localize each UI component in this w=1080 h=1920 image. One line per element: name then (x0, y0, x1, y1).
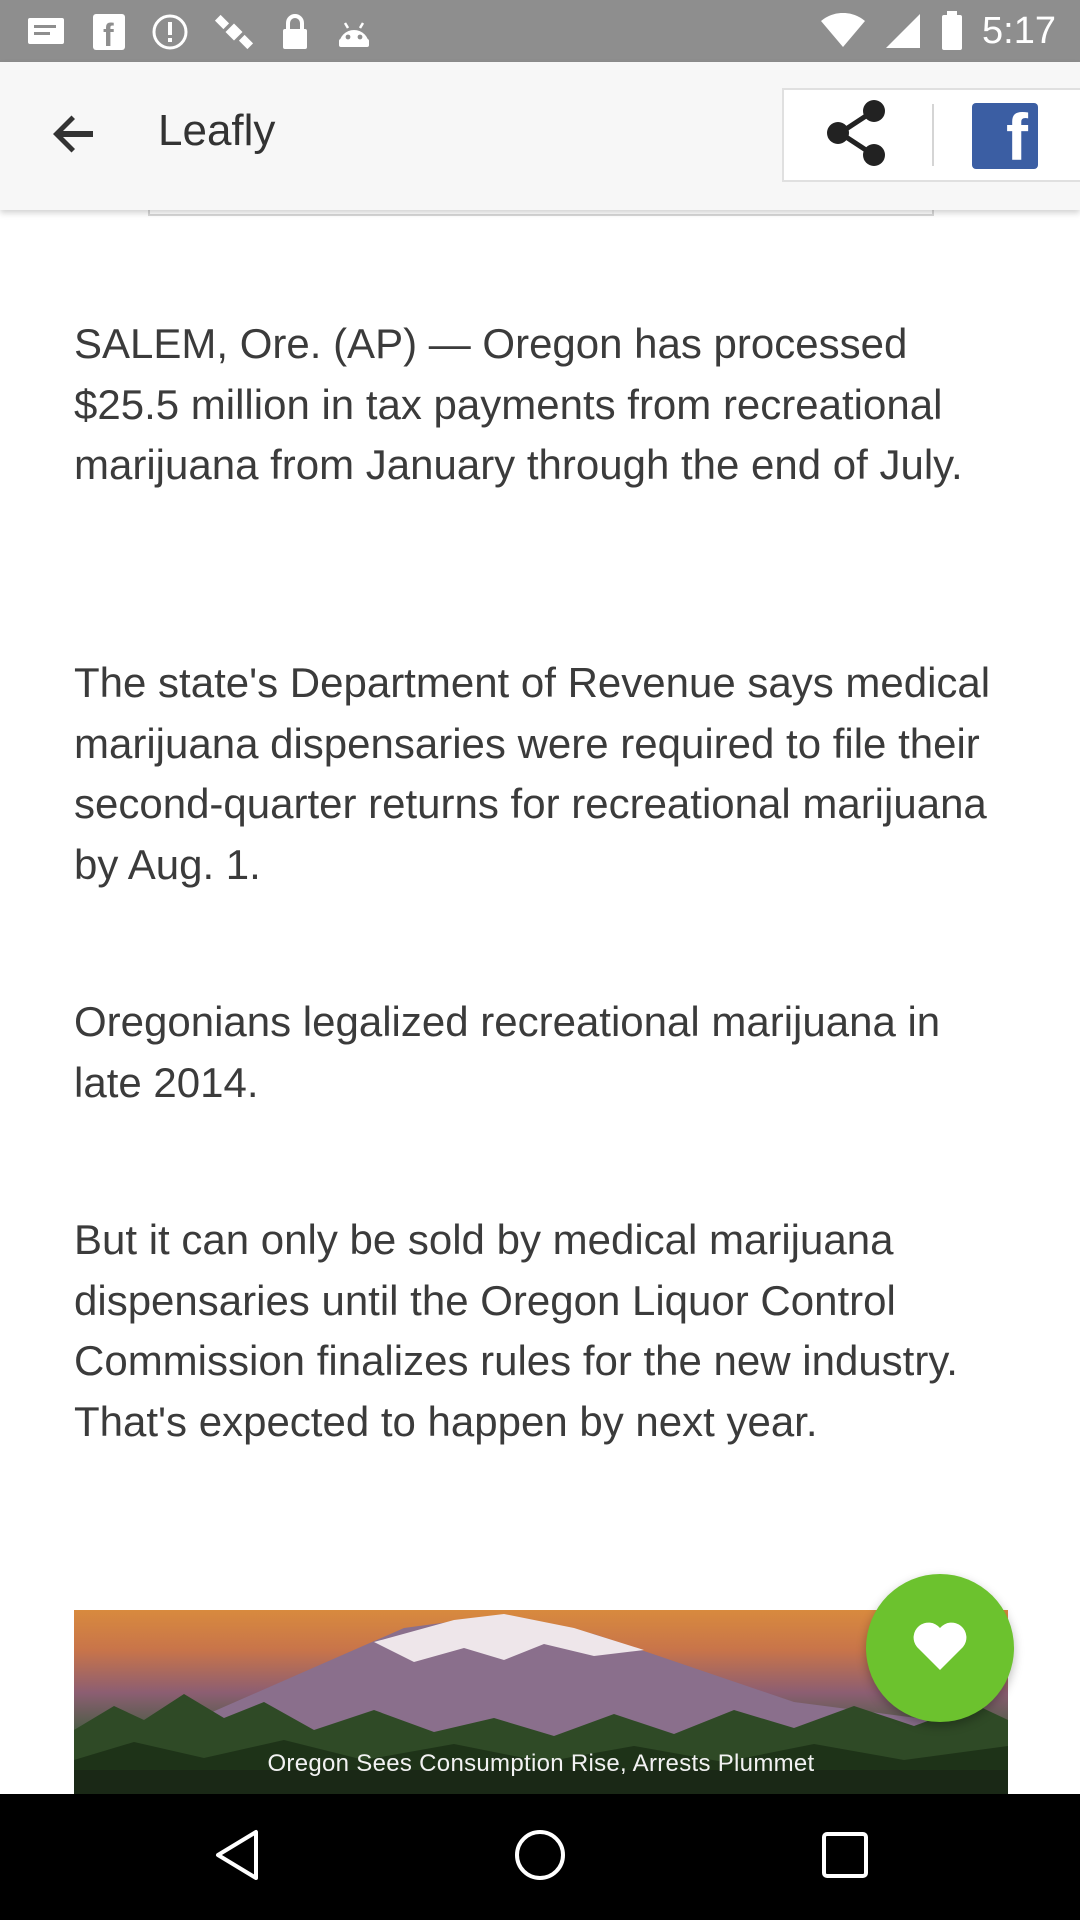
recents-square-icon (820, 1830, 870, 1885)
svg-text:f: f (103, 17, 114, 51)
arrow-back-icon (51, 111, 97, 162)
lock-icon (280, 13, 310, 51)
facebook-icon: f (1006, 100, 1028, 174)
app-title: Leafly (158, 106, 276, 155)
heart-icon (911, 1620, 969, 1677)
like-button[interactable] (866, 1574, 1014, 1722)
facebook-notification-icon: f (92, 13, 126, 51)
status-bar: f 5:17 (0, 0, 1080, 62)
back-button[interactable] (34, 96, 114, 176)
article-paragraph-3: Oregonians legalized recreational mariju… (74, 998, 941, 1106)
image-caption: Oregon Sees Consumption Rise, Arrests Pl… (267, 1750, 815, 1777)
home-circle-icon (513, 1828, 567, 1887)
article-paragraph-4: But it can only be sold by medical marij… (74, 1216, 958, 1445)
signal-icon (884, 12, 922, 50)
article-paragraph-2: The state's Department of Revenue says m… (74, 659, 991, 888)
share-button[interactable] (784, 90, 930, 180)
alert-icon (152, 14, 188, 50)
satellite-icon (214, 12, 254, 52)
back-triangle-icon (212, 1828, 262, 1887)
nav-home-button[interactable] (510, 1827, 570, 1887)
app-bar: Leafly f (0, 62, 1080, 210)
article-content[interactable]: SALEM, Ore. (AP) — Oregon has processed … (0, 210, 1080, 1794)
previous-image-frame-edge (148, 210, 934, 216)
android-icon (336, 15, 372, 49)
share-toolbar: f (782, 88, 1080, 182)
wifi-icon (820, 13, 866, 49)
nav-back-button[interactable] (207, 1827, 267, 1887)
message-icon (26, 15, 66, 49)
article-paragraph-1: SALEM, Ore. (AP) — Oregon has processed … (74, 320, 963, 488)
system-navigation-bar (0, 1794, 1080, 1920)
facebook-share-button[interactable]: f (972, 100, 1038, 174)
nav-recents-button[interactable] (815, 1827, 875, 1887)
status-time: 5:17 (982, 10, 1056, 52)
toolbar-divider (932, 104, 934, 166)
battery-icon (940, 11, 964, 51)
share-icon (824, 98, 890, 173)
